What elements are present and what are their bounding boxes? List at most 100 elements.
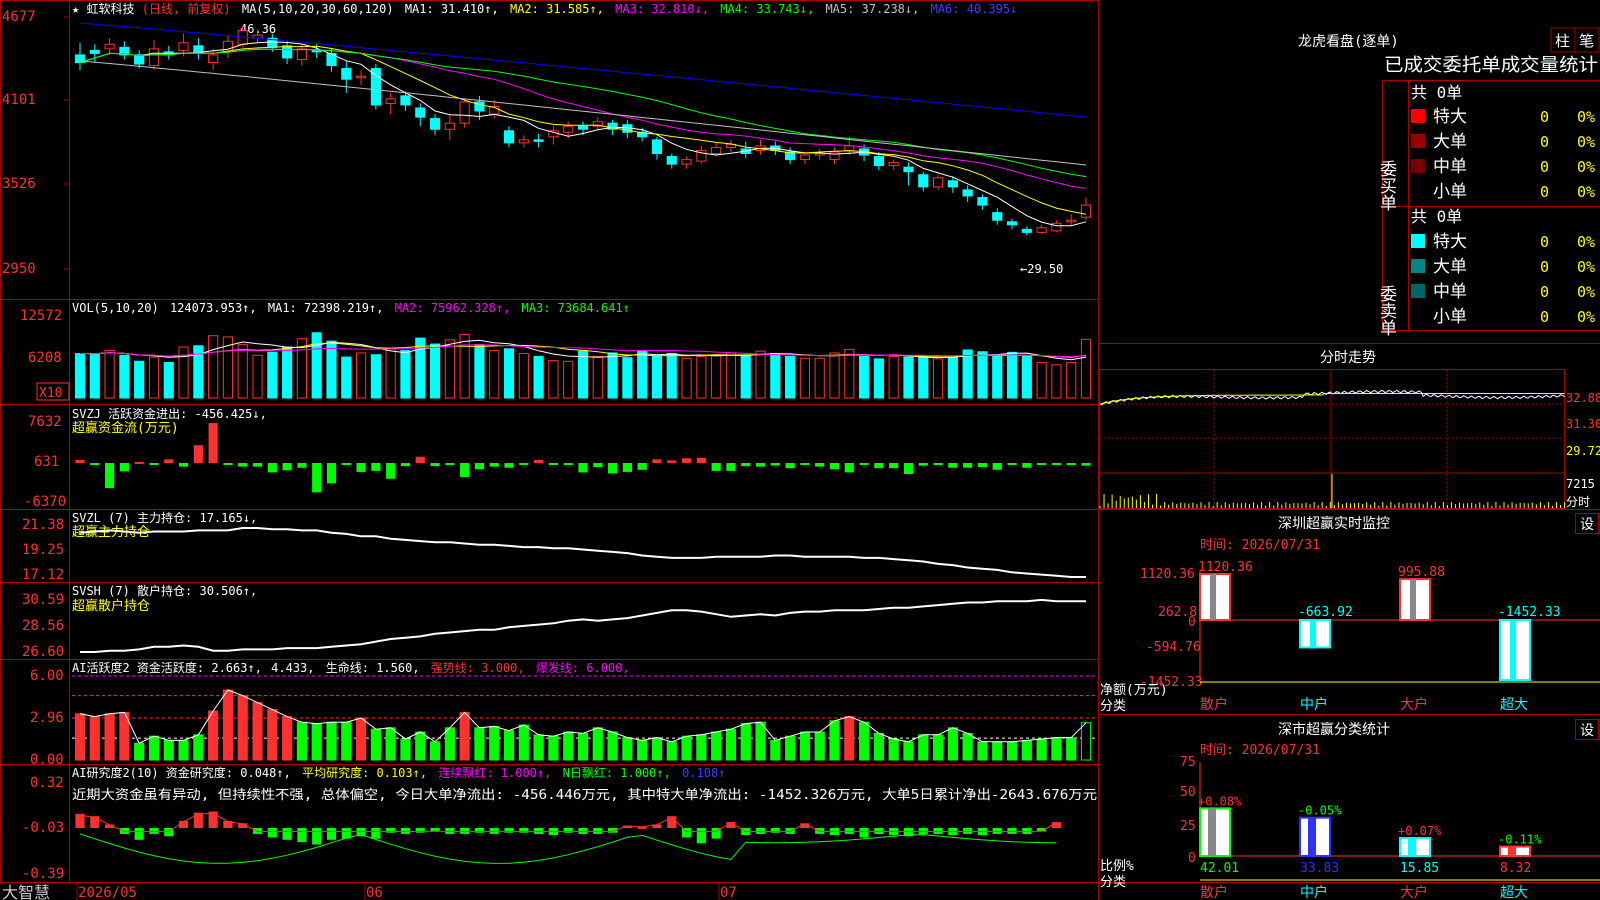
activity-bar	[518, 724, 529, 761]
svsh-subtitle: 超赢散户持仓	[72, 598, 150, 614]
price-axis-label: 4677	[2, 9, 36, 25]
svzj-bar	[726, 463, 736, 471]
buy-row-name: 小单	[1433, 182, 1467, 202]
svzj-bar	[696, 457, 706, 463]
classify-bar	[1199, 807, 1231, 858]
svzj-bar	[608, 463, 618, 474]
tab-tick-view[interactable]: 笔	[1579, 32, 1594, 50]
activity-bar	[740, 723, 751, 761]
volume-bar	[326, 340, 337, 399]
activity-bar	[607, 731, 618, 761]
monitor-bar-stripe	[1210, 574, 1216, 620]
classify-settings-button[interactable]: 设	[1580, 723, 1594, 739]
vol-value: 124073.953↑,	[170, 301, 257, 315]
volume-bar	[1080, 338, 1092, 399]
candle-body	[400, 95, 411, 106]
candle-body	[178, 42, 189, 51]
svzj-bar	[800, 463, 810, 466]
volume-bar	[829, 352, 840, 399]
svsh-line	[80, 598, 1086, 653]
volume-bar	[1021, 356, 1032, 399]
monitor-category-label: 大户	[1400, 696, 1428, 713]
svzj-bar	[815, 463, 825, 467]
classify-change-label: +0.07%	[1398, 824, 1442, 838]
stock-name: 虹软科技	[86, 2, 134, 16]
svzj-bar	[445, 463, 455, 466]
research-bar	[681, 828, 692, 838]
svzj-bar	[164, 459, 174, 463]
sell-row-name: 特大	[1433, 232, 1467, 252]
svzj-bar	[889, 463, 899, 469]
candle-body	[1066, 219, 1077, 223]
volume-bar	[563, 360, 574, 399]
classify-bar-stripe	[1208, 808, 1216, 856]
vol-unit-button[interactable]: X10	[39, 386, 62, 401]
candle-body	[89, 49, 100, 54]
research-avg: 平均研究度: 0.103↑,	[302, 765, 427, 780]
sell-row-name: 中单	[1433, 282, 1467, 302]
intraday-axis-label: 分时	[1566, 495, 1590, 509]
sell-row-count: 0	[1540, 308, 1549, 326]
research-bar	[770, 828, 780, 833]
buy-row-pct: 0%	[1577, 158, 1595, 176]
activity-bar	[1066, 737, 1077, 761]
classify-bar-stripe	[1308, 817, 1316, 856]
buy-row-pct: 0%	[1577, 108, 1595, 126]
volume-bar	[1051, 364, 1062, 399]
candle-body	[977, 196, 988, 206]
svzj-bar	[785, 463, 795, 469]
monitor-settings-button[interactable]: 设	[1580, 517, 1594, 533]
activity-bar	[222, 689, 234, 761]
vol-axis-label: 12572	[20, 308, 62, 324]
monitor-bar-label: -1452.33	[1498, 605, 1561, 620]
candle-body	[992, 212, 1003, 221]
buy-row-swatch	[1411, 109, 1425, 123]
active-axis-label: 0.00	[30, 752, 64, 768]
volume-bar	[518, 353, 529, 399]
monitor-bar	[1199, 573, 1231, 621]
svzj-bar	[859, 463, 869, 465]
volume-bars	[74, 332, 1092, 399]
candle-body	[873, 156, 884, 167]
volume-bar	[356, 352, 367, 399]
active-life: 生命线: 1.560,	[326, 660, 420, 675]
activity-bar	[178, 739, 189, 761]
activity-bar	[592, 727, 603, 761]
candle-body	[415, 107, 426, 118]
research-nday: N日飘红: 1.000↑,	[563, 765, 671, 780]
research-bar	[386, 828, 396, 833]
svzj-bar	[652, 459, 662, 463]
activity-bar	[888, 738, 899, 761]
volume-bar	[755, 350, 766, 399]
volume-bar	[533, 356, 544, 399]
tab-bar-view[interactable]: 柱	[1555, 32, 1570, 50]
buy-row-swatch	[1411, 134, 1425, 148]
activity-bar	[977, 741, 988, 761]
vol-axis-label: 6208	[28, 350, 62, 366]
research-bar	[208, 811, 218, 828]
volume-bar	[489, 350, 500, 399]
candle-body	[844, 145, 855, 151]
candle-body	[1051, 222, 1062, 232]
stock-chart-canvas[interactable]: ★ 虹软科技 (日线, 前复权) MA(5,10,20,30,60,120) M…	[0, 0, 1600, 900]
research-bar	[489, 828, 499, 834]
monitor-title: 深圳超赢实时监控	[1278, 515, 1390, 532]
monitor-bar	[1399, 578, 1431, 621]
monitor-bar-label: 995.88	[1398, 565, 1445, 580]
svzj-bar	[223, 463, 233, 465]
svzj-bar	[770, 463, 780, 466]
volume-bar	[429, 343, 441, 399]
vol-ma2: MA2: 75962.328↑,	[395, 301, 511, 315]
sell-row-count: 0	[1540, 233, 1549, 251]
chart-header: ★ 虹软科技 (日线, 前复权) MA(5,10,20,30,60,120) M…	[72, 1, 1017, 16]
volume-bar	[977, 351, 988, 399]
activity-bar	[770, 739, 781, 761]
svzl-title: SVZL (7) 主力持仓: 17.165↓,	[72, 510, 257, 525]
star-icon[interactable]: ★	[72, 2, 79, 16]
candle-body	[888, 162, 899, 167]
svzj-bar	[667, 460, 677, 463]
activity-bar	[947, 727, 958, 761]
svzj-bar	[430, 463, 440, 467]
date-axis-label: 07	[720, 885, 737, 900]
buy-row-pct: 0%	[1577, 133, 1595, 151]
